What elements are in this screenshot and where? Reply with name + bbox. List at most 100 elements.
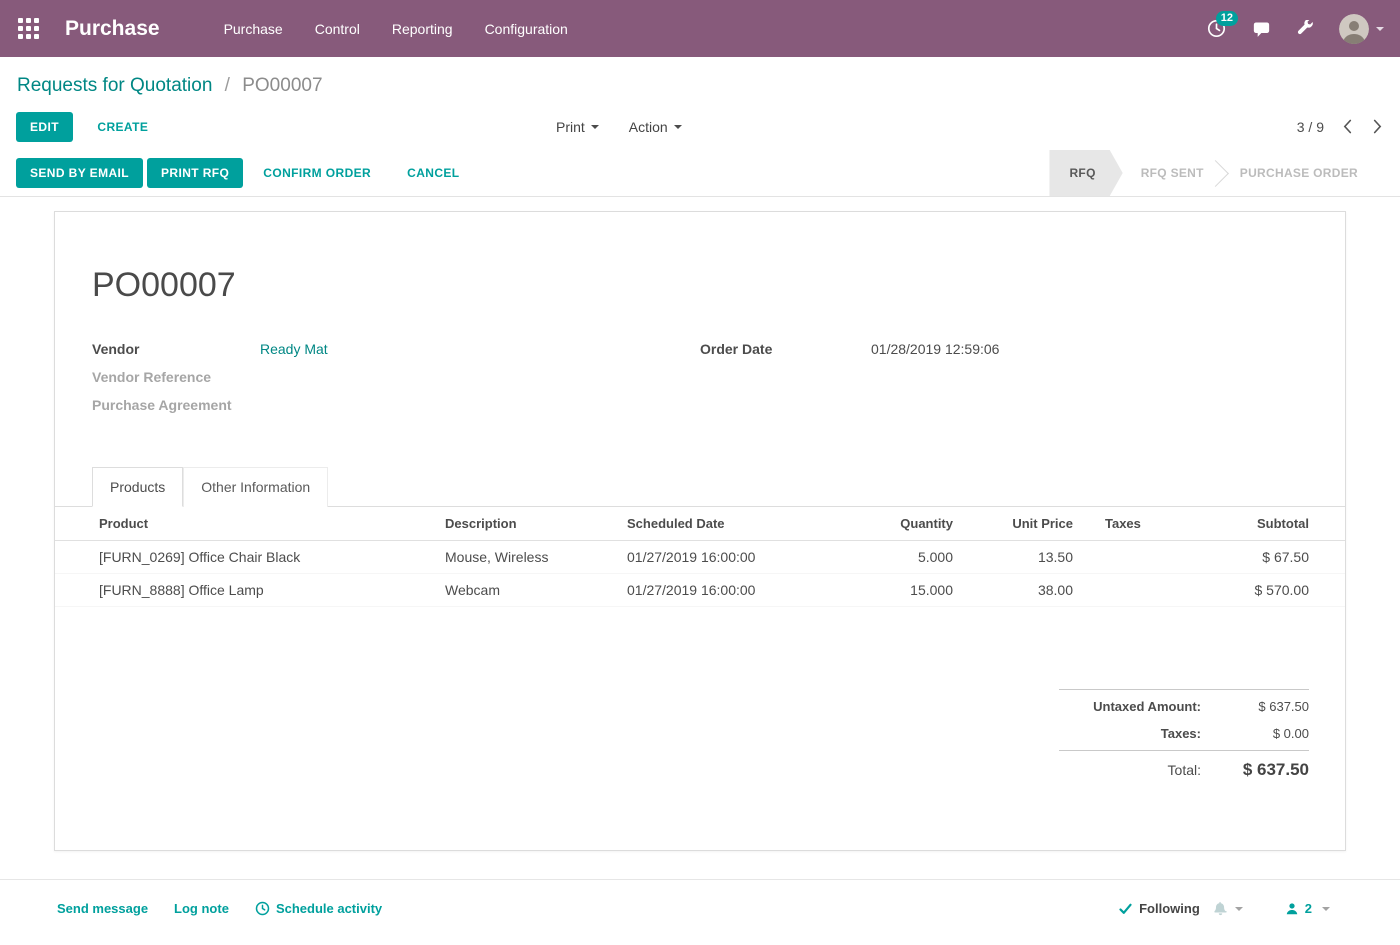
apps-menu-button[interactable]	[0, 0, 57, 57]
cell-unit-price: 13.50	[961, 541, 1081, 574]
cell-product: [FURN_8888] Office Lamp	[55, 574, 437, 607]
untaxed-amount-row: Untaxed Amount: $ 637.50	[1059, 689, 1309, 720]
create-button[interactable]: CREATE	[93, 112, 152, 142]
col-header-scheduled-date[interactable]: Scheduled Date	[619, 507, 829, 541]
schedule-clock-icon	[255, 901, 270, 916]
order-title: PO00007	[92, 266, 1308, 305]
messages-button[interactable]	[1239, 10, 1284, 48]
cell-subtotal: $ 570.00	[1177, 574, 1345, 607]
field-group-right: Order Date 01/28/2019 12:59:06	[700, 341, 1308, 425]
menu-control[interactable]: Control	[299, 15, 376, 43]
pager-count[interactable]: 3 / 9	[1297, 119, 1324, 135]
form-view: PO00007 Vendor Ready Mat Vendor Referenc…	[0, 211, 1400, 851]
col-header-subtotal[interactable]: Subtotal	[1177, 507, 1345, 541]
order-line-row[interactable]: [FURN_8888] Office Lamp Webcam 01/27/201…	[55, 574, 1345, 607]
menu-reporting[interactable]: Reporting	[376, 15, 469, 43]
caret-down-icon	[1376, 27, 1384, 31]
order-date-label: Order Date	[700, 341, 871, 357]
field-vendor-reference: Vendor Reference	[92, 369, 700, 387]
field-order-date: Order Date 01/28/2019 12:59:06	[700, 341, 1308, 359]
status-rfq[interactable]: RFQ	[1049, 150, 1122, 196]
tools-button[interactable]	[1284, 10, 1327, 47]
bell-icon	[1213, 901, 1228, 916]
col-header-taxes[interactable]: Taxes	[1081, 507, 1177, 541]
apps-grid-icon	[18, 18, 39, 39]
status-pipeline: RFQ RFQ SENT PURCHASE ORDER	[1049, 150, 1400, 196]
following-label: Following	[1139, 901, 1200, 916]
pager-next-button[interactable]	[1371, 115, 1384, 138]
taxes-row: Taxes: $ 0.00	[1059, 720, 1309, 747]
print-dropdown[interactable]: Print	[556, 119, 599, 135]
control-panel-dropdowns: Print Action	[556, 103, 682, 150]
action-dropdown[interactable]: Action	[629, 119, 682, 135]
untaxed-amount-value: $ 637.50	[1201, 699, 1309, 714]
caret-down-icon	[591, 125, 599, 129]
sheet-header: PO00007 Vendor Ready Mat Vendor Referenc…	[55, 212, 1345, 425]
followers-button[interactable]: 2	[1285, 901, 1330, 916]
send-by-email-button[interactable]: SEND BY EMAIL	[16, 158, 143, 188]
purchase-agreement-label: Purchase Agreement	[92, 397, 260, 413]
col-header-product[interactable]: Product	[55, 507, 437, 541]
chatter-follow-area: Following 2	[1119, 901, 1330, 916]
notification-bell-button[interactable]	[1213, 901, 1243, 916]
field-groups: Vendor Ready Mat Vendor Reference Purcha…	[92, 341, 1308, 425]
taxes-label: Taxes:	[1161, 726, 1201, 741]
print-rfq-button[interactable]: PRINT RFQ	[147, 158, 243, 188]
chat-icon	[1252, 20, 1271, 38]
schedule-activity-button[interactable]: Schedule activity	[255, 901, 382, 916]
taxes-value: $ 0.00	[1201, 726, 1309, 741]
col-header-unit-price[interactable]: Unit Price	[961, 507, 1081, 541]
field-group-left: Vendor Ready Mat Vendor Reference Purcha…	[92, 341, 700, 425]
control-panel-buttons: EDIT CREATE	[16, 112, 152, 142]
log-note-button[interactable]: Log note	[174, 901, 229, 916]
order-sheet: PO00007 Vendor Ready Mat Vendor Referenc…	[54, 211, 1346, 851]
field-vendor: Vendor Ready Mat	[92, 341, 700, 359]
col-header-description[interactable]: Description	[437, 507, 619, 541]
pager: 3 / 9	[1297, 115, 1384, 138]
vendor-reference-label: Vendor Reference	[92, 369, 260, 385]
cell-taxes	[1081, 574, 1177, 607]
tab-other-information[interactable]: Other Information	[183, 467, 328, 507]
breadcrumb: Requests for Quotation / PO00007	[0, 57, 1400, 103]
cell-subtotal: $ 67.50	[1177, 541, 1345, 574]
caret-down-icon	[1235, 907, 1243, 911]
notebook-tabs: Products Other Information	[55, 467, 1345, 507]
check-icon	[1119, 903, 1132, 915]
field-purchase-agreement: Purchase Agreement	[92, 397, 700, 415]
chevron-left-icon	[1343, 119, 1352, 134]
navbar-right: 12	[1194, 9, 1384, 48]
cell-quantity: 15.000	[829, 574, 961, 607]
edit-button[interactable]: EDIT	[16, 112, 73, 142]
cell-description: Webcam	[437, 574, 619, 607]
menu-purchase[interactable]: Purchase	[208, 15, 299, 43]
vendor-value-link[interactable]: Ready Mat	[260, 341, 328, 357]
table-header-row: Product Description Scheduled Date Quant…	[55, 507, 1345, 541]
order-lines-table: Product Description Scheduled Date Quant…	[55, 507, 1345, 607]
cell-taxes	[1081, 541, 1177, 574]
control-panel: EDIT CREATE Print Action 3 / 9	[0, 103, 1400, 150]
following-button[interactable]: Following	[1119, 901, 1200, 916]
order-line-row[interactable]: [FURN_0269] Office Chair Black Mouse, Wi…	[55, 541, 1345, 574]
col-header-quantity[interactable]: Quantity	[829, 507, 961, 541]
activities-button[interactable]: 12	[1194, 9, 1239, 48]
cell-description: Mouse, Wireless	[437, 541, 619, 574]
tab-products[interactable]: Products	[92, 467, 183, 507]
confirm-order-button[interactable]: CONFIRM ORDER	[259, 158, 375, 188]
chevron-right-icon	[1373, 119, 1382, 134]
cancel-button[interactable]: CANCEL	[403, 158, 463, 188]
person-icon	[1285, 902, 1299, 916]
cell-quantity: 5.000	[829, 541, 961, 574]
activity-count-badge: 12	[1216, 11, 1238, 26]
app-name[interactable]: Purchase	[65, 17, 160, 41]
user-menu[interactable]	[1339, 14, 1384, 44]
cell-scheduled-date: 01/27/2019 16:00:00	[619, 574, 829, 607]
wrench-icon	[1297, 20, 1314, 37]
send-message-button[interactable]: Send message	[57, 901, 148, 916]
breadcrumb-parent-link[interactable]: Requests for Quotation	[17, 75, 212, 96]
vendor-label: Vendor	[92, 341, 260, 357]
menu-configuration[interactable]: Configuration	[469, 15, 584, 43]
status-purchase-order[interactable]: PURCHASE ORDER	[1222, 150, 1376, 196]
pager-previous-button[interactable]	[1341, 115, 1354, 138]
table-spacer	[55, 607, 1345, 689]
statusbar: SEND BY EMAIL PRINT RFQ CONFIRM ORDER CA…	[0, 150, 1400, 197]
